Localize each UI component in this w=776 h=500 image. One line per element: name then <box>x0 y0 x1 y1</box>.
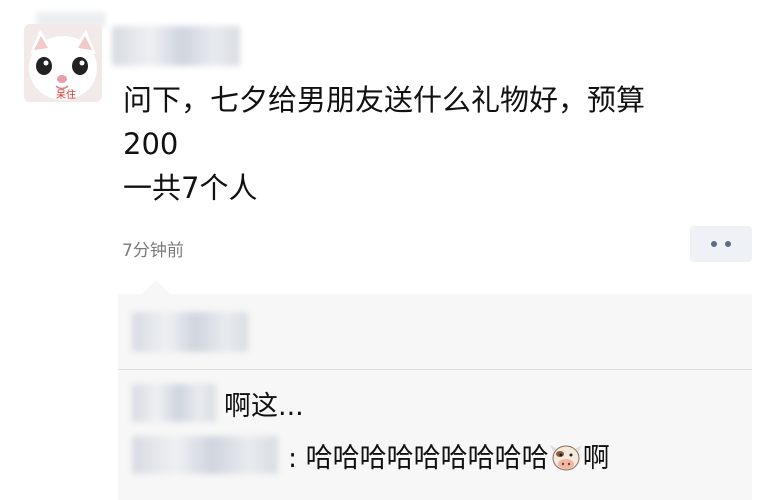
divider <box>118 369 752 370</box>
comment-text[interactable]: 啊这... <box>224 384 304 423</box>
cat-avatar-image: 呆住 <box>24 24 102 102</box>
cow-face-icon <box>549 442 583 472</box>
post-line-3: 一共7个人 <box>123 171 258 205</box>
comment-text: : 哈哈哈哈哈哈哈哈哈 <box>288 443 549 474</box>
comment-item[interactable]: : 哈哈哈哈哈哈哈哈哈 啊 <box>288 436 610 475</box>
post-content: 问下，七夕给男朋友送什么礼物好，预算 200 一共7个人 <box>123 78 743 210</box>
more-options-button[interactable] <box>690 226 752 262</box>
author-name-blurred[interactable] <box>112 26 240 66</box>
comment-suffix: 啊 <box>582 443 610 474</box>
commenter-name-blurred[interactable] <box>132 384 216 422</box>
avatar-badge: 呆住 <box>56 88 76 101</box>
post-line-2: 200 <box>123 127 179 161</box>
likes-blurred <box>132 312 248 352</box>
dot-icon <box>711 241 717 247</box>
comment-pointer <box>142 280 170 294</box>
commenter-name-blurred[interactable] <box>132 436 278 474</box>
avatar[interactable]: 呆住 <box>24 24 102 102</box>
dot-icon <box>725 241 731 247</box>
post-line-1: 问下，七夕给男朋友送什么礼物好，预算 <box>123 83 646 117</box>
post-time: 7分钟前 <box>122 241 184 261</box>
